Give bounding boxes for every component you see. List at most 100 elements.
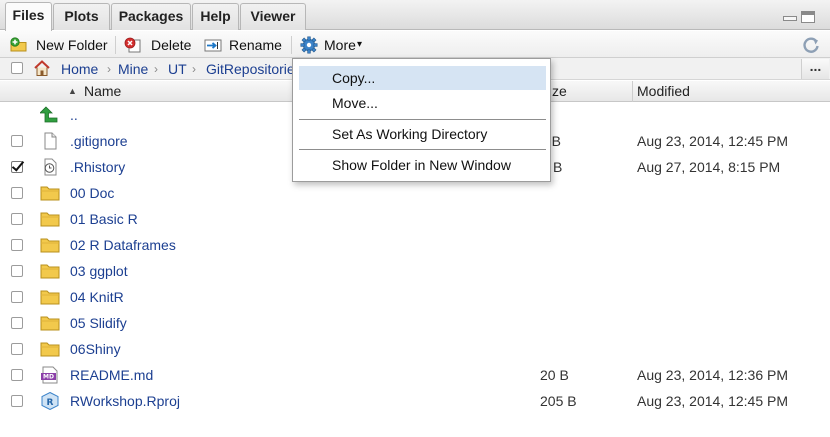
- breadcrumb-gitrepositories[interactable]: GitRepositorie: [206, 58, 295, 80]
- files-toolbar: New Folder Delete Rename More ▾: [0, 31, 830, 58]
- home-icon[interactable]: [33, 60, 51, 77]
- folder-icon: [40, 238, 60, 253]
- menu-divider: [299, 149, 546, 150]
- parent-directory-up-arrow-icon: [40, 106, 58, 123]
- column-header-size[interactable]: ze: [552, 81, 567, 102]
- file-size: B: [553, 159, 563, 175]
- file-modified: Aug 23, 2014, 12:45 PM: [637, 133, 788, 149]
- menu-item-show-folder-new-window[interactable]: Show Folder in New Window: [299, 153, 546, 177]
- folder-name[interactable]: 00 Doc: [70, 180, 114, 206]
- sort-ascending-icon: ▲: [68, 86, 77, 96]
- tab-packages[interactable]: Packages: [111, 3, 191, 30]
- file-name[interactable]: .Rhistory: [70, 154, 125, 180]
- more-path-button[interactable]: ...: [801, 59, 829, 79]
- delete-icon: [124, 37, 141, 53]
- row-checkbox[interactable]: [11, 291, 23, 303]
- table-row[interactable]: 03 ggplot: [0, 258, 830, 284]
- folder-icon: [40, 186, 60, 201]
- table-row[interactable]: 02 R Dataframes: [0, 232, 830, 258]
- table-row[interactable]: R RWorkshop.Rproj 205 B Aug 23, 2014, 12…: [0, 388, 830, 414]
- more-label: More: [324, 37, 356, 53]
- table-row[interactable]: 01 Basic R: [0, 206, 830, 232]
- folder-icon: [40, 342, 60, 357]
- select-all-checkbox[interactable]: [11, 62, 23, 74]
- folder-name[interactable]: 04 KnitR: [70, 284, 124, 310]
- more-dropdown-menu: Copy... Move... Set As Working Directory…: [292, 58, 551, 182]
- file-name[interactable]: .gitignore: [70, 128, 128, 154]
- file-modified: Aug 23, 2014, 12:45 PM: [637, 393, 788, 409]
- menu-item-copy[interactable]: Copy...: [299, 66, 546, 90]
- rename-label: Rename: [229, 37, 282, 53]
- folder-name[interactable]: 05 Slidify: [70, 310, 127, 336]
- tab-help[interactable]: Help: [192, 3, 239, 30]
- table-row[interactable]: MD README.md 20 B Aug 23, 2014, 12:36 PM: [0, 362, 830, 388]
- tab-plots[interactable]: Plots: [53, 3, 110, 30]
- refresh-icon[interactable]: [801, 35, 821, 55]
- folder-name[interactable]: 06Shiny: [70, 336, 121, 362]
- table-row[interactable]: 00 Doc: [0, 180, 830, 206]
- file-name[interactable]: README.md: [70, 362, 153, 388]
- tab-files[interactable]: Files: [5, 2, 52, 31]
- table-row[interactable]: 05 Slidify: [0, 310, 830, 336]
- markdown-file-icon: MD: [41, 366, 58, 384]
- new-folder-label: New Folder: [36, 37, 108, 53]
- row-checkbox[interactable]: [11, 213, 23, 225]
- chevron-down-icon: ▾: [357, 39, 363, 50]
- folder-icon: [40, 316, 60, 331]
- breadcrumb-separator: ›: [107, 62, 111, 76]
- row-checkbox[interactable]: [11, 395, 23, 407]
- more-button[interactable]: More ▾: [300, 34, 368, 56]
- rename-icon: [204, 39, 222, 52]
- row-checkbox[interactable]: [11, 239, 23, 251]
- tab-viewer[interactable]: Viewer: [240, 3, 306, 30]
- delete-label: Delete: [151, 37, 192, 53]
- table-row[interactable]: 06Shiny: [0, 336, 830, 362]
- row-checkbox[interactable]: [11, 135, 23, 147]
- rproj-file-icon: R: [41, 392, 59, 410]
- breadcrumb-mine[interactable]: Mine: [118, 58, 148, 80]
- file-modified: Aug 27, 2014, 8:15 PM: [637, 159, 781, 175]
- file-modified: Aug 23, 2014, 12:36 PM: [637, 367, 788, 383]
- folder-name[interactable]: 02 R Dataframes: [70, 232, 176, 258]
- folder-icon: [40, 290, 60, 305]
- row-checkbox[interactable]: [11, 265, 23, 277]
- delete-button[interactable]: Delete: [124, 34, 194, 56]
- rename-button[interactable]: Rename: [204, 34, 282, 56]
- breadcrumb-separator: ›: [154, 62, 158, 76]
- breadcrumb-separator: ›: [192, 62, 196, 76]
- new-folder-button[interactable]: New Folder: [10, 34, 110, 56]
- row-checkbox[interactable]: [11, 343, 23, 355]
- folder-icon: [40, 212, 60, 227]
- row-checkbox[interactable]: [11, 187, 23, 199]
- file-size: 20 B: [540, 367, 569, 383]
- row-checkbox[interactable]: [11, 317, 23, 329]
- row-checkbox-checked[interactable]: [11, 161, 23, 173]
- breadcrumb-home[interactable]: Home: [61, 58, 98, 80]
- toolbar-divider: [291, 36, 292, 54]
- minimize-pane-icon[interactable]: [783, 16, 797, 21]
- new-folder-icon: [10, 37, 27, 52]
- folder-name[interactable]: 01 Basic R: [70, 206, 138, 232]
- menu-divider: [299, 119, 546, 120]
- column-divider: [632, 81, 633, 102]
- table-row[interactable]: 04 KnitR: [0, 284, 830, 310]
- maximize-pane-icon[interactable]: [801, 11, 815, 23]
- rproj-icon-label: R: [47, 398, 54, 408]
- document-icon: [44, 132, 57, 150]
- toolbar-divider: [115, 36, 116, 54]
- menu-item-set-working-directory[interactable]: Set As Working Directory: [299, 122, 546, 146]
- gear-icon: [300, 36, 318, 54]
- menu-item-move[interactable]: Move...: [299, 91, 546, 115]
- history-file-icon: [44, 158, 57, 176]
- folder-name[interactable]: 03 ggplot: [70, 258, 128, 284]
- file-name[interactable]: RWorkshop.Rproj: [70, 388, 180, 414]
- breadcrumb-ut[interactable]: UT: [168, 58, 187, 80]
- folder-icon: [40, 264, 60, 279]
- file-size: 205 B: [540, 393, 577, 409]
- column-header-name[interactable]: Name: [84, 81, 121, 102]
- column-header-modified[interactable]: Modified: [637, 81, 690, 102]
- file-name[interactable]: ..: [70, 102, 78, 128]
- pane-tab-bar: Files Plots Packages Help Viewer: [0, 0, 830, 31]
- markdown-icon-label: MD: [43, 374, 54, 381]
- row-checkbox[interactable]: [11, 369, 23, 381]
